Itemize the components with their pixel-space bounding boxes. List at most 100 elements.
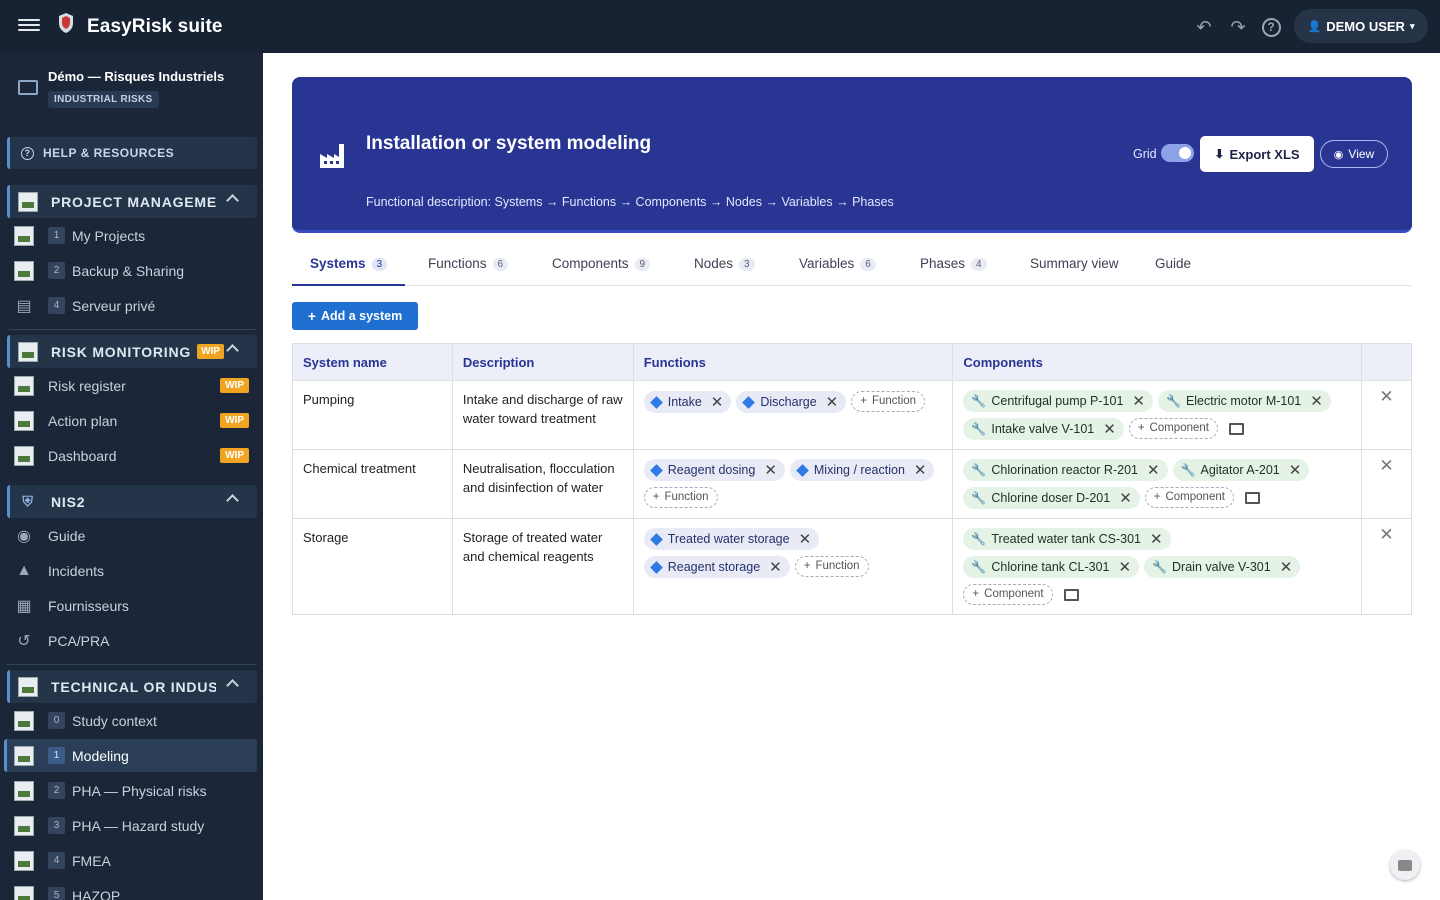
section-technical-industrial[interactable]: TECHNICAL OR INDUSTI	[7, 670, 257, 703]
close-icon[interactable]: ✕	[1147, 463, 1160, 478]
tab-count: 9	[634, 258, 651, 271]
add-component-chip[interactable]: + Component	[963, 584, 1053, 605]
close-icon[interactable]: ✕	[1103, 422, 1116, 437]
close-icon[interactable]: ✕	[764, 463, 777, 478]
sidebar-item-risk-register[interactable]: Risk register WIP	[4, 369, 257, 402]
close-icon[interactable]: ✕	[914, 463, 927, 478]
sidebar-item-incidents[interactable]: ▲ Incidents	[4, 554, 257, 587]
close-icon[interactable]: ✕	[1289, 463, 1302, 478]
tab-systems[interactable]: Systems 3	[292, 256, 406, 286]
description-cell[interactable]: Storage of treated water and chemical re…	[451, 518, 634, 615]
catalog-book-icon[interactable]	[1063, 589, 1079, 601]
function-chip[interactable]: Mixing / reaction ✕	[789, 459, 935, 481]
tab-summary-view[interactable]: Summary view	[1030, 256, 1119, 286]
add-system-button[interactable]: + Add a system	[292, 302, 418, 330]
component-chip[interactable]: 🔧 Centrifugal pump P-101 ✕	[963, 390, 1153, 412]
description-cell[interactable]: Neutralisation, flocculation and disinfe…	[451, 449, 634, 519]
component-chip[interactable]: 🔧 Chlorination reactor R-201 ✕	[963, 459, 1168, 481]
sidebar-item-guide[interactable]: ◉ Guide	[4, 519, 257, 552]
function-chip[interactable]: Discharge ✕	[736, 391, 847, 413]
description-cell[interactable]: Intake and discharge of raw water toward…	[451, 380, 634, 450]
chevron-up-icon[interactable]	[226, 494, 239, 507]
delete-row-icon[interactable]: ✕	[1361, 518, 1412, 615]
close-icon[interactable]: ✕	[1150, 532, 1163, 547]
function-chip[interactable]: Reagent storage ✕	[643, 556, 790, 578]
sidebar-item-study-context[interactable]: 0 Study context	[4, 704, 257, 737]
sidebar-item-hazop[interactable]: 5 HAZOP	[4, 879, 257, 900]
feedback-chat-button[interactable]	[1390, 850, 1420, 880]
diamond-icon	[649, 395, 663, 409]
section-risk-monitoring[interactable]: RISK MONITORING WIP	[7, 335, 257, 368]
sidebar-item-modeling[interactable]: 1 Modeling	[4, 739, 257, 772]
close-icon[interactable]: ✕	[1132, 394, 1145, 409]
diamond-icon	[796, 463, 809, 477]
close-icon[interactable]: ✕	[1119, 491, 1132, 506]
component-chip[interactable]: 🔧 Intake valve V-101 ✕	[963, 418, 1124, 440]
sidebar-item-action-plan[interactable]: Action plan WIP	[4, 404, 257, 437]
close-icon[interactable]: ✕	[711, 395, 724, 410]
chevron-up-icon[interactable]	[226, 344, 239, 357]
app-brand: EasyRisk suite	[87, 16, 223, 37]
sidebar-item-fmea[interactable]: 4 FMEA	[4, 844, 257, 877]
sidebar-item-pha-hazard[interactable]: 3 PHA — Hazard study	[4, 809, 257, 842]
view-button[interactable]: ◉ View	[1320, 140, 1388, 168]
tab-variables[interactable]: Variables 6	[799, 256, 876, 286]
delete-row-icon[interactable]: ✕	[1361, 380, 1412, 450]
help-resources-button[interactable]: ? HELP & RESOURCES	[7, 137, 257, 169]
component-chip[interactable]: 🔧 Chlorine doser D-201 ✕	[963, 487, 1140, 509]
section-project-management[interactable]: PROJECT MANAGEMEN	[7, 185, 257, 218]
close-icon[interactable]: ✕	[1119, 560, 1132, 575]
export-xls-button[interactable]: ⬇ Export XLS	[1200, 136, 1314, 172]
component-chip[interactable]: 🔧 Agitator A-201 ✕	[1172, 459, 1310, 481]
system-name-cell[interactable]: Storage	[292, 518, 453, 615]
help-icon[interactable]: ?	[1260, 16, 1282, 38]
close-icon[interactable]: ✕	[1310, 394, 1323, 409]
component-chip[interactable]: 🔧 Electric motor M-101 ✕	[1157, 390, 1331, 412]
close-icon[interactable]: ✕	[1280, 560, 1293, 575]
sidebar-item-my-projects[interactable]: 1 My Projects	[4, 219, 257, 252]
add-component-chip[interactable]: + Component	[1128, 418, 1218, 439]
component-chip[interactable]: 🔧 Drain valve V-301 ✕	[1144, 556, 1301, 578]
sidebar-item-suppliers[interactable]: ▦ Fournisseurs	[4, 589, 257, 622]
add-function-chip[interactable]: + Function	[851, 391, 926, 412]
undo-icon[interactable]: ↶	[1193, 16, 1215, 38]
diamond-icon	[649, 560, 663, 574]
item-image-icon	[14, 885, 34, 900]
tab-components[interactable]: Components 9	[552, 256, 651, 286]
sidebar-item-private-server[interactable]: ▤ 4 Serveur privé	[4, 289, 257, 322]
component-chip[interactable]: 🔧 Treated water tank CS-301 ✕	[963, 528, 1171, 550]
chip-label: Function	[871, 395, 917, 407]
section-nis2[interactable]: ⛨ NIS2	[7, 485, 257, 518]
chevron-up-icon[interactable]	[226, 194, 239, 207]
add-function-chip[interactable]: + Function	[794, 556, 869, 577]
catalog-book-icon[interactable]	[1244, 492, 1260, 504]
add-function-chip[interactable]: + Function	[643, 487, 718, 508]
function-chip[interactable]: Intake ✕	[643, 391, 732, 413]
close-icon[interactable]: ✕	[799, 532, 812, 547]
sidebar-item-backup-sharing[interactable]: 2 Backup & Sharing	[4, 254, 257, 287]
catalog-book-icon[interactable]	[1229, 423, 1244, 435]
tab-guide[interactable]: Guide	[1155, 256, 1191, 286]
delete-row-icon[interactable]: ✕	[1361, 449, 1412, 519]
chevron-up-icon[interactable]	[226, 679, 239, 692]
function-chip[interactable]: Treated water storage ✕	[643, 528, 820, 550]
sidebar-item-pha-physical[interactable]: 2 PHA — Physical risks	[4, 774, 257, 807]
system-name-cell[interactable]: Chemical treatment	[292, 449, 453, 519]
component-chip[interactable]: 🔧 Chlorine tank CL-301 ✕	[963, 556, 1140, 578]
user-menu-button[interactable]: 👤 DEMO USER ▾	[1294, 9, 1428, 43]
sidebar-item-dashboard[interactable]: Dashboard WIP	[4, 439, 257, 472]
tab-phases[interactable]: Phases 4	[920, 256, 987, 286]
project-header[interactable]: Démo — Risques Industriels INDUSTRIAL RI…	[0, 53, 263, 123]
tab-functions[interactable]: Functions 6	[428, 256, 509, 286]
add-component-chip[interactable]: + Component	[1144, 487, 1234, 508]
close-icon[interactable]: ✕	[769, 560, 782, 575]
function-chip[interactable]: Reagent dosing ✕	[643, 459, 785, 481]
hamburger-menu-icon[interactable]	[18, 16, 40, 36]
system-name-cell[interactable]: Pumping	[292, 380, 453, 450]
tab-nodes[interactable]: Nodes 3	[694, 256, 755, 286]
close-icon[interactable]: ✕	[826, 395, 839, 410]
grid-toggle[interactable]	[1161, 144, 1194, 162]
table-row: Chemical treatment Neutralisation, flocc…	[292, 449, 1412, 519]
sidebar-item-pca-pra[interactable]: ↺ PCA/PRA	[4, 624, 257, 657]
redo-icon[interactable]: ↷	[1227, 16, 1249, 38]
